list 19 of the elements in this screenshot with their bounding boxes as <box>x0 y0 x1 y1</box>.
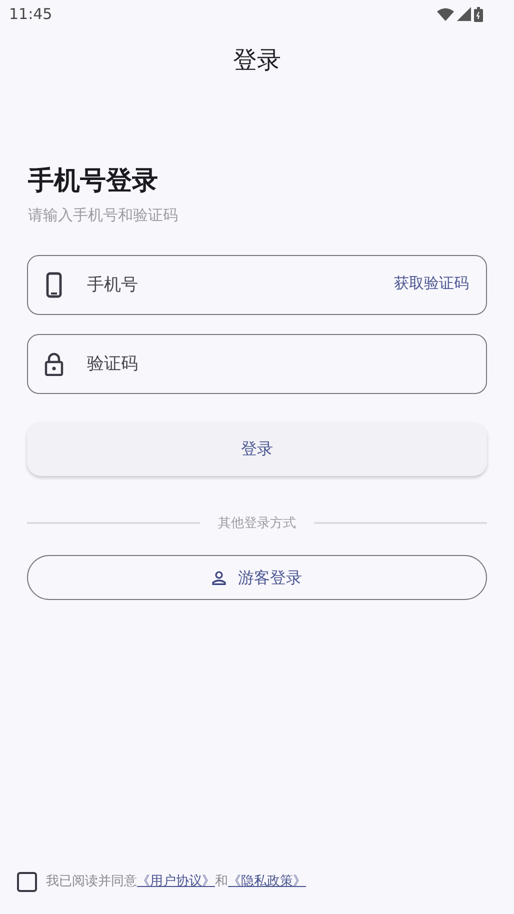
user-agreement-link[interactable]: 《用户协议》 <box>137 874 215 890</box>
battery-icon <box>474 6 483 22</box>
lock-icon <box>44 352 64 376</box>
person-icon <box>212 570 226 584</box>
agreement-text: 我已阅读并同意《用户协议》和《隐私政策》 <box>46 873 306 892</box>
signal-icon <box>457 7 471 21</box>
status-time: 11:45 <box>9 4 52 25</box>
page-title: 登录 <box>233 45 281 76</box>
login-button[interactable]: 登录 <box>27 422 487 476</box>
login-subtitle: 请输入手机号和验证码 <box>28 205 179 226</box>
wifi-icon <box>437 8 454 20</box>
guest-login-button[interactable]: 游客登录 <box>27 555 487 600</box>
divider-label: 其他登录方式 <box>218 514 296 532</box>
agreement-checkbox[interactable] <box>17 872 37 892</box>
privacy-policy-link[interactable]: 《隐私政策》 <box>228 874 306 890</box>
login-heading: 手机号登录 <box>28 165 159 198</box>
get-code-button[interactable]: 获取验证码 <box>394 272 469 294</box>
input-field[interactable]: 验证码 <box>27 334 487 394</box>
phone-icon <box>46 272 62 298</box>
